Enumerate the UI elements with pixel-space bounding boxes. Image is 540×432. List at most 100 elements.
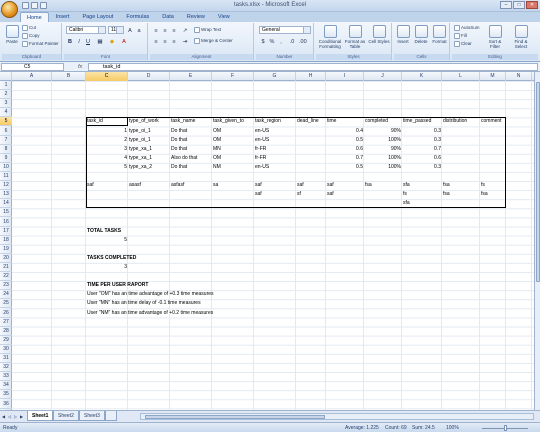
row-header-15[interactable]: 15 xyxy=(0,208,12,218)
merge-center-button[interactable]: Merge & Center xyxy=(194,38,233,44)
tab-view[interactable]: View xyxy=(212,12,236,22)
align-center-icon[interactable]: ≡ xyxy=(161,37,169,45)
paste-button[interactable]: Paste xyxy=(4,25,20,44)
insert-cells-button[interactable]: Insert xyxy=(395,25,411,44)
copy-button[interactable]: Copy xyxy=(22,33,40,39)
grow-font-button[interactable]: A xyxy=(126,26,134,34)
column-header-n[interactable]: N xyxy=(506,72,532,81)
cell-c24[interactable]: User "OM" has an time advantage of +0.3 … xyxy=(87,290,387,299)
column-header-d[interactable]: D xyxy=(128,72,170,81)
tab-formulas[interactable]: Formulas xyxy=(120,12,155,22)
sheet-tab-sheet3[interactable]: Sheet3 xyxy=(79,411,105,421)
delete-cells-button[interactable]: Delete xyxy=(413,25,429,44)
fill-color-icon[interactable]: ◆ xyxy=(108,37,116,45)
row-header-32[interactable]: 32 xyxy=(0,363,12,373)
row-header-34[interactable]: 34 xyxy=(0,381,12,391)
row-header-11[interactable]: 11 xyxy=(0,172,12,182)
clear-button[interactable]: Clear xyxy=(454,41,472,47)
tab-review[interactable]: Review xyxy=(181,12,211,22)
indent-icon[interactable]: ⇥ xyxy=(181,37,189,45)
insert-sheet-icon[interactable] xyxy=(105,411,117,421)
row-header-9[interactable]: 9 xyxy=(0,154,12,163)
borders-icon[interactable]: ▦ xyxy=(96,37,104,45)
column-header-k[interactable]: K xyxy=(402,72,442,81)
wrap-text-button[interactable]: Wrap Text xyxy=(194,27,221,33)
cell-c17[interactable]: TOTAL TASKS xyxy=(87,227,387,236)
column-header-b[interactable]: B xyxy=(52,72,86,81)
cell-c25[interactable]: User "MN" has an time delay of -0.1 time… xyxy=(87,299,387,308)
align-right-icon[interactable]: ≡ xyxy=(170,37,178,45)
zoom-knob[interactable] xyxy=(504,425,507,431)
name-box[interactable]: C5 xyxy=(1,63,64,71)
comma-icon[interactable]: , xyxy=(277,37,285,45)
tab-page-layout[interactable]: Page Layout xyxy=(76,12,119,22)
decrease-decimal-icon[interactable]: .00 xyxy=(298,37,307,45)
row-header-33[interactable]: 33 xyxy=(0,372,12,382)
row-header-21[interactable]: 21 xyxy=(0,263,12,273)
column-header-j[interactable]: J xyxy=(364,72,402,81)
row-header-26[interactable]: 26 xyxy=(0,309,12,318)
row-header-3[interactable]: 3 xyxy=(0,99,12,109)
horizontal-scroll-thumb[interactable] xyxy=(145,415,325,419)
column-header-f[interactable]: F xyxy=(212,72,254,81)
row-header-7[interactable]: 7 xyxy=(0,136,12,145)
row-header-8[interactable]: 8 xyxy=(0,145,12,154)
first-sheet-icon[interactable]: ◀ xyxy=(1,413,6,420)
font-size-combo[interactable]: 11 xyxy=(108,26,124,34)
row-header-20[interactable]: 20 xyxy=(0,254,12,263)
cell-c23[interactable]: TIME PER USER RAPORT xyxy=(87,281,387,290)
select-all-corner[interactable] xyxy=(0,72,12,81)
office-button[interactable] xyxy=(1,1,18,18)
row-header-28[interactable]: 28 xyxy=(0,327,12,336)
column-header-c[interactable]: C xyxy=(86,72,128,81)
shrink-font-button[interactable]: a xyxy=(135,26,143,34)
cell-c18[interactable]: 5 xyxy=(87,236,127,245)
bold-button[interactable]: B xyxy=(66,37,74,45)
align-middle-icon[interactable]: ≡ xyxy=(161,26,169,34)
prev-sheet-icon[interactable]: ◁ xyxy=(7,413,12,420)
sheet-tab-sheet2[interactable]: Sheet2 xyxy=(53,411,79,421)
row-header-30[interactable]: 30 xyxy=(0,345,12,354)
row-header-12[interactable]: 12 xyxy=(0,181,12,191)
number-format-combo[interactable]: General xyxy=(259,26,311,34)
cell-styles-button[interactable]: Cell Styles xyxy=(368,25,390,44)
find-select-button[interactable]: Find & Select xyxy=(508,25,534,49)
maximize-button[interactable]: □ xyxy=(513,1,525,9)
tab-insert[interactable]: Insert xyxy=(50,12,76,22)
zoom-slider[interactable] xyxy=(476,425,536,431)
tab-data[interactable]: Data xyxy=(156,12,180,22)
format-as-table-button[interactable]: Format as Table xyxy=(344,25,366,49)
align-left-icon[interactable]: ≡ xyxy=(152,37,160,45)
vertical-scrollbar[interactable] xyxy=(534,72,540,410)
last-sheet-icon[interactable]: ▶ xyxy=(19,413,24,420)
close-button[interactable]: ✕ xyxy=(526,1,538,9)
row-header-4[interactable]: 4 xyxy=(0,108,12,118)
row-header-14[interactable]: 14 xyxy=(0,199,12,209)
column-header-i[interactable]: I xyxy=(326,72,364,81)
row-header-10[interactable]: 10 xyxy=(0,163,12,172)
sheet-tab-sheet1[interactable]: Sheet1 xyxy=(27,411,54,421)
cell-c20[interactable]: TASKS COMPLETED xyxy=(87,254,387,263)
row-header-13[interactable]: 13 xyxy=(0,190,12,200)
row-header-18[interactable]: 18 xyxy=(0,236,12,245)
cell-c26[interactable]: User "NM" has an time advantage of +0.2 … xyxy=(87,309,387,318)
column-header-g[interactable]: G xyxy=(254,72,296,81)
row-header-19[interactable]: 19 xyxy=(0,245,12,254)
fx-icon[interactable]: fx xyxy=(78,63,82,71)
font-name-combo[interactable]: Calibri xyxy=(66,26,106,34)
tab-home[interactable]: Home xyxy=(20,12,49,22)
vertical-scroll-thumb[interactable] xyxy=(536,82,540,282)
column-header-a[interactable]: A xyxy=(12,72,52,81)
column-header-l[interactable]: L xyxy=(442,72,480,81)
row-header-17[interactable]: 17 xyxy=(0,227,12,236)
italic-button[interactable]: I xyxy=(75,37,83,45)
orientation-icon[interactable]: ↗ xyxy=(181,26,189,34)
percent-icon[interactable]: % xyxy=(268,37,276,45)
cell-area[interactable]: task_id type_of_work task_name task_given_t… xyxy=(12,81,534,410)
row-header-35[interactable]: 35 xyxy=(0,390,12,400)
column-header-h[interactable]: H xyxy=(296,72,326,81)
sort-filter-button[interactable]: Sort & Filter xyxy=(484,25,506,49)
worksheet-grid[interactable]: ABCDEFGHIJKLMNO 123456789101112131415161… xyxy=(0,72,534,410)
row-header-23[interactable]: 23 xyxy=(0,281,12,291)
row-header-36[interactable]: 36 xyxy=(0,400,12,409)
